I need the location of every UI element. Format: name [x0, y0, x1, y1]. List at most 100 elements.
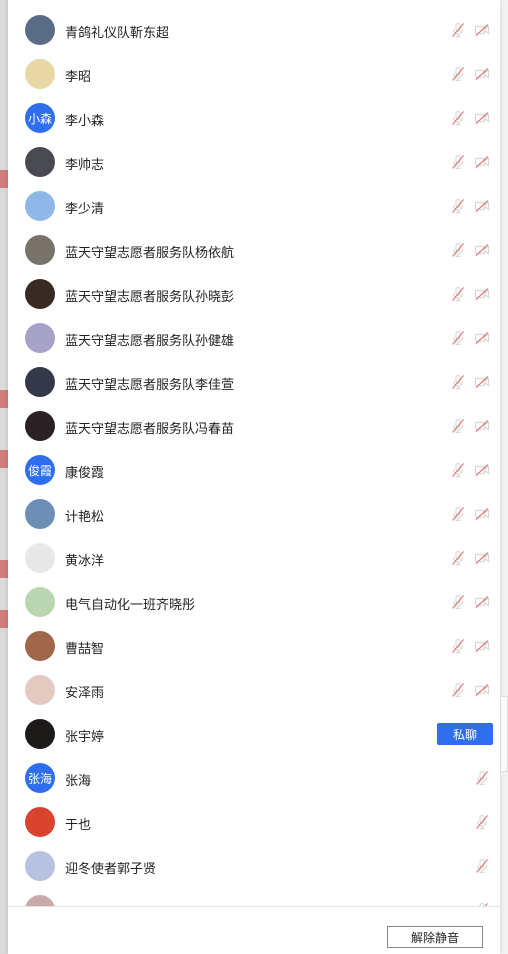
panel-footer: 解除静音: [8, 906, 500, 954]
avatar: [25, 851, 55, 881]
avatar: [25, 587, 55, 617]
mic-muted-icon[interactable]: [450, 198, 466, 214]
participant-row[interactable]: 曹喆智: [8, 624, 500, 668]
participant-name: 张宇婷: [65, 729, 105, 744]
participant-row[interactable]: 计艳松: [8, 492, 500, 536]
camera-off-icon[interactable]: [474, 550, 490, 566]
mic-muted-icon[interactable]: [450, 374, 466, 390]
camera-off-icon[interactable]: [474, 506, 490, 522]
mic-muted-icon[interactable]: [450, 242, 466, 258]
avatar: [25, 147, 55, 177]
camera-off-icon[interactable]: [474, 242, 490, 258]
avatar: [25, 543, 55, 573]
participant-row[interactable]: 电气自动化一班齐晓彤: [8, 580, 500, 624]
participant-row[interactable]: 李少清: [8, 184, 500, 228]
participant-name: 迎冬使者郭子贤: [65, 861, 157, 876]
avatar: 张海: [25, 763, 55, 793]
participant-name: 蓝天守望志愿者服务队李佳萱: [65, 377, 235, 392]
camera-off-icon[interactable]: [474, 330, 490, 346]
mic-muted-icon[interactable]: [450, 638, 466, 654]
participant-name: 李少清: [65, 201, 105, 216]
participant-name: 黄冰洋: [65, 553, 105, 568]
participant-row[interactable]: 黄冰洋: [8, 536, 500, 580]
participant-row[interactable]: 张宇婷 私聊: [8, 712, 500, 756]
participant-name: 李小森: [65, 113, 105, 128]
participant-name: 蓝天守望志愿者服务队孙晓彭: [65, 289, 235, 304]
participant-name: 李帅志: [65, 157, 105, 172]
participant-row[interactable]: 李昭: [8, 52, 500, 96]
camera-off-icon[interactable]: [474, 594, 490, 610]
background-window-edge: [0, 0, 8, 954]
participant-name: 于也: [65, 817, 92, 832]
mic-muted-icon[interactable]: [474, 814, 490, 830]
panel-resize-handle[interactable]: [500, 696, 508, 772]
mic-muted-icon[interactable]: [450, 682, 466, 698]
mic-muted-icon[interactable]: [450, 286, 466, 302]
participant-name: 电气自动化一班齐晓彤: [65, 597, 196, 612]
camera-off-icon[interactable]: [474, 286, 490, 302]
participant-name: 康俊霞: [65, 465, 105, 480]
avatar: [25, 807, 55, 837]
avatar: [25, 235, 55, 265]
camera-off-icon[interactable]: [474, 154, 490, 170]
private-chat-button[interactable]: 私聊: [437, 723, 493, 745]
participant-row[interactable]: 俊霞 康俊霞: [8, 448, 500, 492]
participant-name: 李昭: [65, 69, 92, 84]
avatar: 小森: [25, 103, 55, 133]
avatar: [25, 631, 55, 661]
camera-off-icon[interactable]: [474, 198, 490, 214]
unmute-all-button[interactable]: 解除静音: [387, 926, 483, 948]
mic-muted-icon[interactable]: [450, 462, 466, 478]
participants-panel: 青鸽礼仪队靳东超 李昭小森 李小森李帅志李少清蓝天守望志愿者服务队杨依航 蓝天守望志愿…: [8, 0, 500, 954]
avatar: [25, 191, 55, 221]
camera-off-icon[interactable]: [474, 462, 490, 478]
participant-name: 张海: [65, 773, 92, 788]
participant-row[interactable]: 安泽雨: [8, 668, 500, 712]
participant-list[interactable]: 青鸽礼仪队靳东超 李昭小森 李小森李帅志李少清蓝天守望志愿者服务队杨依航 蓝天守望志愿…: [8, 8, 500, 906]
participant-name: 青鸽礼仪队靳东超: [65, 25, 170, 40]
camera-off-icon[interactable]: [474, 418, 490, 434]
mic-muted-icon[interactable]: [474, 770, 490, 786]
avatar: [25, 323, 55, 353]
camera-off-icon[interactable]: [474, 682, 490, 698]
participant-row[interactable]: 蓝天守望志愿者服务队李佳萱: [8, 360, 500, 404]
mic-muted-icon[interactable]: [474, 858, 490, 874]
avatar: [25, 59, 55, 89]
camera-off-icon[interactable]: [474, 66, 490, 82]
mic-muted-icon[interactable]: [450, 110, 466, 126]
mic-muted-icon[interactable]: [450, 154, 466, 170]
mic-muted-icon[interactable]: [450, 550, 466, 566]
background-window-edge-right: [500, 0, 508, 954]
participant-name: 安泽雨: [65, 685, 105, 700]
participant-row[interactable]: 于也: [8, 800, 500, 844]
avatar: [25, 367, 55, 397]
camera-off-icon[interactable]: [474, 374, 490, 390]
mic-muted-icon[interactable]: [450, 22, 466, 38]
mic-muted-icon[interactable]: [450, 418, 466, 434]
participant-row[interactable]: 青鸽礼仪队靳东超: [8, 8, 500, 52]
participant-name: 蓝天守望志愿者服务队孙健雄: [65, 333, 235, 348]
participant-row[interactable]: 蓝天守望志愿者服务队孙健雄: [8, 316, 500, 360]
participant-row[interactable]: 蓝天守望志愿者服务队孙晓彭: [8, 272, 500, 316]
camera-off-icon[interactable]: [474, 22, 490, 38]
camera-off-icon[interactable]: [474, 638, 490, 654]
mic-muted-icon[interactable]: [450, 594, 466, 610]
avatar: [25, 499, 55, 529]
avatar: [25, 279, 55, 309]
mic-muted-icon[interactable]: [450, 506, 466, 522]
participant-row[interactable]: 小森 李小森: [8, 96, 500, 140]
participant-row[interactable]: 迎冬使者郭子贤: [8, 844, 500, 888]
mic-muted-icon[interactable]: [450, 66, 466, 82]
participant-row[interactable]: 蓝天守望志愿者服务队杨依航: [8, 228, 500, 272]
avatar: [25, 411, 55, 441]
avatar: 俊霞: [25, 455, 55, 485]
participant-name: 蓝天守望志愿者服务队冯春苗: [65, 421, 235, 436]
mic-muted-icon[interactable]: [450, 330, 466, 346]
participant-row[interactable]: [8, 888, 500, 906]
participant-row[interactable]: 李帅志: [8, 140, 500, 184]
participant-row[interactable]: 张海 张海: [8, 756, 500, 800]
participant-name: 蓝天守望志愿者服务队杨依航: [65, 245, 235, 260]
camera-off-icon[interactable]: [474, 110, 490, 126]
avatar: [25, 15, 55, 45]
participant-row[interactable]: 蓝天守望志愿者服务队冯春苗: [8, 404, 500, 448]
